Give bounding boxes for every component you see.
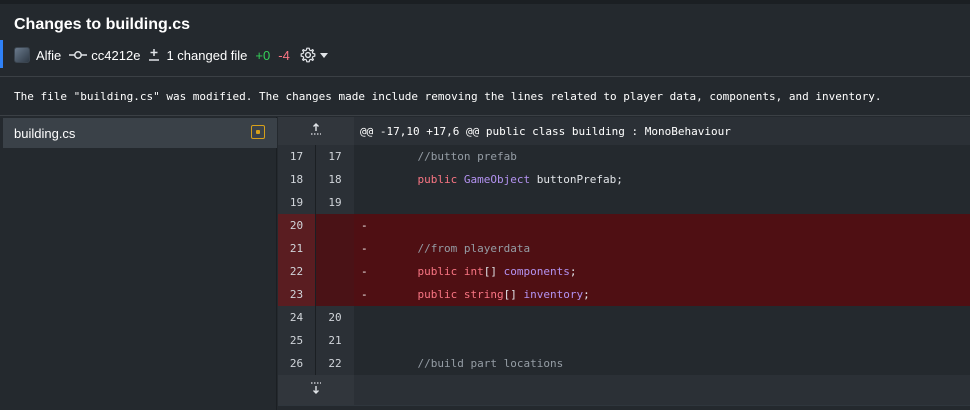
- commit-sha[interactable]: cc4212e: [91, 48, 140, 63]
- expand-up-button[interactable]: [278, 117, 354, 145]
- diff-prefix: -: [361, 242, 368, 255]
- code-line: - //from playerdata: [354, 237, 970, 260]
- commit-icon: [69, 49, 88, 61]
- old-line-number: 18: [278, 168, 316, 191]
- diff-prefix: -: [361, 265, 368, 278]
- code-token: //from playerdata: [417, 242, 531, 255]
- old-line-number: 25: [278, 329, 316, 352]
- code-token: []: [503, 288, 524, 301]
- old-line-number: 20: [278, 214, 316, 237]
- summary-text: The file "building.cs" was modified. The…: [14, 90, 882, 103]
- expand-row: [278, 375, 970, 405]
- author-name[interactable]: Alfie: [36, 48, 61, 63]
- diff-line-context[interactable]: 19 19: [278, 191, 970, 214]
- code-line: -: [354, 214, 970, 237]
- diff-line-context[interactable]: 26 22 //build part locations: [278, 352, 970, 375]
- expand-up-icon: [309, 122, 323, 141]
- code-line: - public int[] components;: [354, 260, 970, 283]
- modified-status-icon: [251, 125, 265, 139]
- file-list-item[interactable]: building.cs: [3, 118, 277, 148]
- change-summary: The file "building.cs" was modified. The…: [0, 76, 970, 116]
- code-token: inventory: [523, 288, 584, 301]
- diff-line-deleted[interactable]: 22 - public int[] components;: [278, 260, 970, 283]
- code-line: [354, 191, 970, 214]
- commit-header: Changes to building.cs Alfie cc4212e 1 c…: [0, 4, 970, 74]
- old-line-number: 19: [278, 191, 316, 214]
- code-token: public: [417, 265, 458, 278]
- diff-settings-button[interactable]: [300, 47, 328, 63]
- deletions-count: -4: [278, 47, 290, 63]
- code-line: //build part locations: [354, 352, 970, 375]
- new-line-number: 18: [316, 168, 354, 191]
- code-line: [354, 329, 970, 352]
- additions-count: +0: [255, 47, 271, 63]
- code-token: public: [417, 173, 458, 186]
- new-line-number: 19: [316, 191, 354, 214]
- new-line-number: 21: [316, 329, 354, 352]
- chevron-down-icon: [319, 52, 328, 58]
- diff-view: @@ -17,10 +17,6 @@ public class building…: [278, 117, 970, 410]
- code-line: public GameObject buttonPrefab;: [354, 168, 970, 191]
- code-token: ;: [583, 288, 590, 301]
- code-token: GameObject: [463, 173, 531, 186]
- code-token: buttonPrefab;: [530, 173, 623, 186]
- diff-bottom-edge: [278, 405, 970, 410]
- old-line-number: 26: [278, 352, 316, 375]
- diff-line-context[interactable]: 24 20: [278, 306, 970, 329]
- new-line-number: 20: [316, 306, 354, 329]
- code-line: [354, 306, 970, 329]
- old-line-number: 23: [278, 283, 316, 306]
- active-accent-bar: [0, 40, 3, 68]
- code-token: //button prefab: [417, 150, 517, 163]
- old-line-number: 17: [278, 145, 316, 168]
- code-token: []: [483, 265, 504, 278]
- page-title: Changes to building.cs: [14, 16, 191, 33]
- code-token: string: [463, 288, 504, 301]
- diff-prefix: -: [361, 288, 368, 301]
- code-token: components: [503, 265, 570, 278]
- hunk-header: @@ -17,10 +17,6 @@ public class building…: [360, 125, 731, 138]
- diff-line-deleted[interactable]: 20 -: [278, 214, 970, 237]
- avatar[interactable]: [14, 47, 30, 63]
- diff-line-context[interactable]: 17 17 //button prefab: [278, 145, 970, 168]
- diff-line-deleted[interactable]: 21 - //from playerdata: [278, 237, 970, 260]
- code-token: public: [417, 288, 458, 301]
- old-line-number: 21: [278, 237, 316, 260]
- old-line-number: 22: [278, 260, 316, 283]
- commit-meta: Alfie cc4212e 1 changed file +0 -4: [14, 45, 328, 65]
- old-line-number: 24: [278, 306, 316, 329]
- gear-icon: [300, 47, 316, 63]
- expand-down-icon: [309, 381, 323, 400]
- new-line-number: 17: [316, 145, 354, 168]
- code-token: ;: [569, 265, 577, 278]
- new-line-number: [316, 214, 354, 237]
- code-line: //button prefab: [354, 145, 970, 168]
- code-token: int: [463, 265, 484, 278]
- diff-line-context[interactable]: 18 18 public GameObject buttonPrefab;: [278, 168, 970, 191]
- file-list-sidebar: building.cs: [0, 117, 277, 410]
- code-line: - public string[] inventory;: [354, 283, 970, 306]
- new-line-number: [316, 237, 354, 260]
- new-line-number: 22: [316, 352, 354, 375]
- diff-line-deleted[interactable]: 23 - public string[] inventory;: [278, 283, 970, 306]
- diff-icon: [148, 48, 160, 62]
- new-line-number: [316, 283, 354, 306]
- expand-down-button[interactable]: [278, 375, 354, 405]
- diff-prefix: -: [361, 219, 368, 232]
- new-line-number: [316, 260, 354, 283]
- hunk-header-row: @@ -17,10 +17,6 @@ public class building…: [278, 117, 970, 145]
- file-name: building.cs: [14, 126, 76, 141]
- diff-line-context[interactable]: 25 21: [278, 329, 970, 352]
- changed-files-count: 1 changed file: [166, 47, 248, 63]
- code-token: //build part locations: [417, 357, 564, 370]
